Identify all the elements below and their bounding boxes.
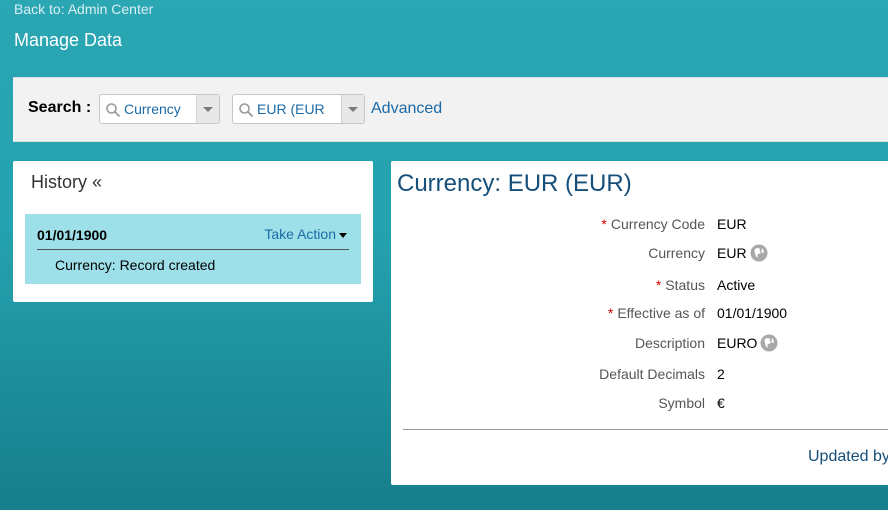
search-label: Search : [28,99,92,116]
search-bar: Search : Currency EUR (EUR Advanced [13,77,888,142]
take-action-menu[interactable]: Take Action [264,226,347,242]
search-icon [239,103,254,118]
field-label: * Currency Code [601,216,705,232]
field-status: * Status Active [391,277,888,299]
object-type-value[interactable]: Currency [124,101,181,117]
field-value: EUR [717,244,768,262]
chevron-down-icon[interactable] [196,95,219,123]
globe-icon[interactable] [760,334,778,352]
record-detail-panel: Currency: EUR (EUR) * Currency Code EUR C… [391,161,888,485]
field-description: Description EURO [391,334,888,357]
chevron-down-icon[interactable] [341,95,364,123]
page-title: Manage Data [14,30,123,50]
field-value: EUR [717,216,747,232]
field-value: 01/01/1900 [717,305,788,321]
required-marker: * [655,277,662,293]
history-entry[interactable]: 01/01/1900 Take Action Currency: Record … [25,214,361,284]
caret-down-icon[interactable] [339,232,347,238]
field-value: Active [717,277,756,293]
divider [37,249,349,250]
history-title-text: History [31,172,88,192]
take-action-label[interactable]: Take Action [264,226,336,242]
divider [403,429,888,430]
field-label: Currency [648,245,705,261]
required-marker: * [601,216,607,232]
field-value: EURO [717,334,778,352]
record-title: Currency: EUR (EUR) [397,170,632,197]
field-effective-as-of: * Effective as of 01/01/1900 [391,305,888,327]
back-to-admin-center-link[interactable]: Back to: Admin Center [14,1,153,17]
field-label: * Effective as of [607,305,705,321]
history-title: History « [31,172,102,193]
collapse-history-icon[interactable]: « [92,172,102,192]
search-icon [106,103,121,118]
field-symbol: Symbol € [391,395,888,417]
field-default-decimals: Default Decimals 2 [391,366,888,388]
field-currency-code: * Currency Code EUR [391,216,888,238]
record-combobox[interactable]: EUR (EUR [232,94,365,124]
advanced-search-link[interactable]: Advanced [371,100,442,118]
field-label: Symbol [658,395,705,411]
history-panel: History « 01/01/1900 Take Action Currenc… [13,161,373,302]
required-marker: * [607,305,614,321]
field-label: Default Decimals [599,366,705,382]
field-label: Description [634,335,705,351]
field-label: * Status [655,277,705,293]
record-value[interactable]: EUR (EUR [257,101,325,117]
field-value: € [717,395,725,411]
history-entry-date: 01/01/1900 [37,227,108,243]
updated-by-label: Updated by [808,448,888,465]
field-currency: Currency EUR [391,244,888,267]
object-type-combobox[interactable]: Currency [99,94,220,124]
field-value: 2 [717,366,725,382]
history-entry-description: Currency: Record created [55,257,216,273]
globe-icon[interactable] [750,244,768,262]
